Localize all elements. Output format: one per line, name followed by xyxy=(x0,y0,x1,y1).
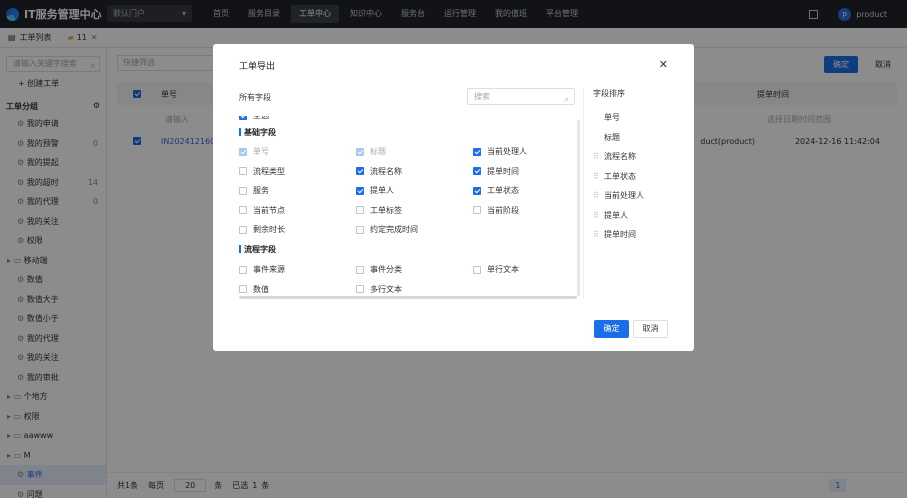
sort-item[interactable]: 提单人 xyxy=(593,206,688,226)
field-search-placeholder: 搜索 xyxy=(474,92,490,101)
select-all-field[interactable]: 全选 xyxy=(239,116,269,121)
field-option[interactable]: 数值 xyxy=(239,284,269,295)
field-option[interactable]: 当前节点 xyxy=(239,205,285,216)
field-label: 工单状态 xyxy=(487,186,519,195)
flow-fields-section-title: 流程字段 xyxy=(239,244,276,255)
field-label: 单号 xyxy=(253,147,269,156)
sort-item: 单号 xyxy=(604,113,620,122)
select-all-label: 全选 xyxy=(253,116,269,121)
cancel-button[interactable]: 取消 xyxy=(633,320,668,338)
field-option: 标题 xyxy=(356,146,386,157)
field-checkbox[interactable] xyxy=(356,285,364,293)
vertical-scrollbar[interactable] xyxy=(577,120,580,296)
field-label: 约定完成时间 xyxy=(370,225,418,234)
field-option[interactable]: 流程名称 xyxy=(356,166,402,177)
basic-fields-section-title: 基础字段 xyxy=(239,127,276,138)
field-option[interactable]: 流程类型 xyxy=(239,166,285,177)
field-checkbox[interactable] xyxy=(356,167,364,175)
sort-item: 标题 xyxy=(604,132,620,142)
sort-item[interactable]: 提单时间 xyxy=(593,225,688,245)
field-option[interactable]: 单行文本 xyxy=(473,264,519,275)
field-option[interactable]: 当前处理人 xyxy=(473,146,527,157)
field-checkbox[interactable] xyxy=(473,167,481,175)
field-sort-panel: 字段排序 单号标题流程名称工单状态当前处理人提单人提单时间 xyxy=(593,88,688,288)
sort-item[interactable]: 当前处理人 xyxy=(593,186,688,206)
fields-list: 全选 基础字段 流程字段 单号标题当前处理人流程类型流程名称提单时间服务提单人工… xyxy=(239,116,577,302)
field-checkbox[interactable] xyxy=(356,225,364,234)
horizontal-scrollbar[interactable] xyxy=(239,296,577,299)
field-label: 流程类型 xyxy=(253,166,285,176)
field-checkbox[interactable] xyxy=(356,265,364,274)
field-checkbox[interactable] xyxy=(356,186,364,195)
field-label: 单行文本 xyxy=(487,265,519,274)
search-icon: ⌕ xyxy=(564,95,569,104)
field-checkbox[interactable] xyxy=(473,206,481,214)
field-label: 事件来源 xyxy=(253,265,285,274)
field-option[interactable]: 剩余时长 xyxy=(239,224,285,235)
field-option[interactable]: 多行文本 xyxy=(356,284,402,295)
field-checkbox[interactable] xyxy=(239,285,247,293)
field-label: 当前节点 xyxy=(253,205,285,215)
field-label: 事件分类 xyxy=(370,265,402,274)
field-label: 服务 xyxy=(253,186,269,195)
field-option[interactable]: 事件来源 xyxy=(239,264,285,275)
field-label: 剩余时长 xyxy=(253,225,285,234)
field-option[interactable]: 提单时间 xyxy=(473,166,519,177)
field-option[interactable]: 工单状态 xyxy=(473,185,519,196)
field-label: 当前处理人 xyxy=(487,147,527,156)
field-option[interactable]: 当前阶段 xyxy=(473,205,519,216)
field-checkbox[interactable] xyxy=(239,265,247,274)
confirm-button[interactable]: 确定 xyxy=(594,320,629,338)
sort-item[interactable]: 流程名称 xyxy=(593,147,688,167)
dialog-title: 工单导出 xyxy=(239,62,276,72)
close-icon[interactable]: ✕ xyxy=(659,58,668,71)
all-fields-label: 所有字段 xyxy=(239,93,271,102)
field-checkbox xyxy=(356,147,364,156)
field-label: 标题 xyxy=(370,147,386,156)
field-checkbox[interactable] xyxy=(239,167,247,175)
field-checkbox[interactable] xyxy=(239,186,247,195)
field-label: 提单时间 xyxy=(487,166,519,176)
field-option[interactable]: 工单标签 xyxy=(356,205,402,216)
field-option[interactable]: 服务 xyxy=(239,185,269,196)
field-option: 单号 xyxy=(239,146,269,157)
field-label: 数值 xyxy=(253,284,269,294)
field-label: 提单人 xyxy=(370,186,394,195)
field-label: 流程名称 xyxy=(370,166,402,176)
field-option[interactable]: 提单人 xyxy=(356,185,394,196)
field-checkbox[interactable] xyxy=(356,206,364,214)
field-checkbox[interactable] xyxy=(239,206,247,214)
sort-item[interactable]: 工单状态 xyxy=(593,167,688,187)
field-checkbox[interactable] xyxy=(473,265,481,274)
field-search-input[interactable]: 搜索 ⌕ xyxy=(467,88,575,105)
select-all-checkbox[interactable] xyxy=(239,116,247,120)
field-checkbox[interactable] xyxy=(473,147,481,156)
field-option[interactable]: 事件分类 xyxy=(356,264,402,275)
field-checkbox[interactable] xyxy=(239,225,247,234)
field-sort-title: 字段排序 xyxy=(593,89,625,98)
field-label: 当前阶段 xyxy=(487,205,519,215)
field-checkbox[interactable] xyxy=(473,186,481,195)
export-dialog: 工单导出 ✕ 所有字段 搜索 ⌕ 全选 基础字段 流程字段 单号标题当前处理人流… xyxy=(213,44,694,351)
panel-divider xyxy=(583,88,584,298)
field-option[interactable]: 约定完成时间 xyxy=(356,224,418,235)
field-checkbox xyxy=(239,147,247,156)
field-label: 多行文本 xyxy=(370,284,402,294)
field-label: 工单标签 xyxy=(370,205,402,215)
